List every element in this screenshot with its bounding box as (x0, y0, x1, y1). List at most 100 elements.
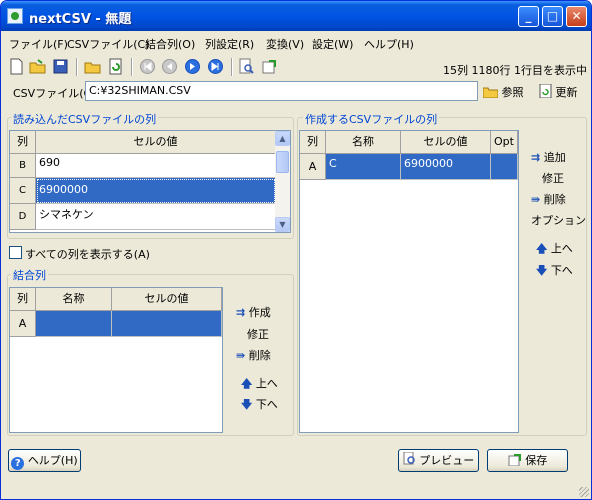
close-icon: ✕ (571, 9, 582, 23)
title-bar[interactable]: nextCSV - 無題 _ □ ✕ (1, 1, 591, 31)
scroll-up-icon[interactable]: ▲ (275, 131, 290, 146)
save-file-icon (508, 454, 521, 467)
add-arrow-icon: ⇉ (531, 151, 541, 164)
csv-file-label: CSVファイル(C) (13, 87, 96, 100)
column-header-cell-value[interactable]: セルの値 (36, 131, 276, 154)
reload-button[interactable]: 更新 (539, 83, 578, 100)
export-icon[interactable] (261, 58, 278, 75)
search-icon[interactable] (238, 58, 255, 75)
menu-bar: ファイル(F) CSVファイル(C) 結合列(O) 列設定(R) 変換(V) 設… (1, 32, 591, 53)
prev-record-icon[interactable] (161, 58, 178, 75)
menu-convert[interactable]: 変換(V) (266, 36, 304, 52)
status-text: 15列 1180行 1行目を表示中 (443, 64, 587, 77)
move-down-join-button[interactable]: 🡇 下へ (241, 396, 278, 415)
browse-button[interactable]: 参照 (482, 84, 524, 100)
read-columns-title: 読み込んだCSVファイルの列 (11, 111, 159, 127)
help-button[interactable]: ? ヘルプ(H) (8, 449, 81, 472)
menu-help[interactable]: ヘルプ(H) (364, 36, 414, 52)
browse-label: 参照 (501, 86, 524, 99)
arrow-down-icon: 🡇 (536, 264, 548, 277)
first-record-icon[interactable] (139, 58, 156, 75)
edit-column-button[interactable]: 修正 (542, 170, 564, 186)
row-header[interactable]: D (10, 204, 36, 230)
arrow-down-icon: 🡇 (241, 398, 253, 411)
toolbar: 15列 1180行 1行目を表示中 (1, 55, 591, 79)
remove-arrow-icon: ⇛ (236, 349, 246, 362)
row-header[interactable]: B (10, 154, 36, 178)
resize-grip[interactable] (579, 487, 589, 497)
column-header-name[interactable]: 名称 (36, 288, 112, 311)
table-cell-selected[interactable] (112, 311, 222, 337)
column-header-cell-value[interactable]: セルの値 (112, 288, 222, 311)
save-icon[interactable] (52, 58, 69, 75)
delete-column-label: 削除 (543, 193, 566, 206)
add-column-button[interactable]: ⇉ 追加 (531, 149, 566, 165)
table-cell-selected[interactable]: C (326, 154, 401, 180)
menu-file[interactable]: ファイル(F) (9, 36, 68, 52)
move-up-join-label: 上へ (255, 377, 278, 390)
menu-settings[interactable]: 設定(W) (312, 36, 353, 52)
read-columns-grid[interactable]: 列 セルの値 B 690 C 6900000 D シマネケン ▲ ▼ (9, 130, 291, 233)
column-header-col[interactable]: 列 (300, 131, 326, 154)
minimize-button[interactable]: _ (518, 6, 539, 27)
help-icon: ? (11, 457, 25, 470)
create-join-button[interactable]: ⇉ 作成 (236, 304, 271, 320)
save-button[interactable]: 保存 (487, 449, 568, 472)
menu-join-column[interactable]: 結合列(O) (145, 36, 195, 52)
column-header-name[interactable]: 名称 (326, 131, 401, 154)
column-header-cell-value[interactable]: セルの値 (401, 131, 491, 154)
maximize-button[interactable]: □ (542, 6, 563, 27)
delete-join-button[interactable]: ⇛ 削除 (236, 347, 271, 363)
preview-icon (403, 451, 415, 465)
join-columns-title: 結合列 (11, 267, 48, 283)
app-icon (7, 8, 23, 24)
maximize-icon: □ (546, 9, 559, 23)
table-cell-selected[interactable]: 6900000 (401, 154, 491, 180)
close-button[interactable]: ✕ (566, 6, 587, 27)
menu-csv-file[interactable]: CSVファイル(C) (67, 36, 149, 52)
column-header-col[interactable]: 列 (10, 131, 36, 154)
menu-column-settings[interactable]: 列設定(R) (205, 36, 254, 52)
table-cell[interactable]: シマネケン (36, 204, 276, 230)
options-button[interactable]: オプション (531, 212, 586, 228)
show-all-checkbox[interactable] (9, 246, 22, 259)
remove-arrow-icon: ⇛ (531, 193, 541, 206)
add-column-label: 追加 (543, 151, 566, 164)
column-header-opt[interactable]: Opt (491, 131, 518, 154)
minimize-icon: _ (525, 9, 532, 23)
vertical-scrollbar[interactable]: ▲ ▼ (275, 131, 290, 232)
row-header[interactable]: C (10, 178, 36, 204)
row-header[interactable]: A (300, 154, 326, 180)
edit-join-button[interactable]: 修正 (247, 326, 269, 342)
column-header-col[interactable]: 列 (10, 288, 36, 311)
move-up-column-label: 上へ (550, 242, 573, 255)
move-up-join-button[interactable]: 🡅 上へ (241, 375, 278, 394)
toolbar-separator (231, 58, 233, 76)
table-cell-selected[interactable]: 6900000 (36, 178, 276, 204)
make-columns-grid[interactable]: 列 名称 セルの値 Opt A C 6900000 (299, 130, 519, 433)
reload-label: 更新 (555, 86, 578, 99)
open-csv-icon[interactable] (84, 58, 101, 75)
delete-column-button[interactable]: ⇛ 削除 (531, 191, 566, 207)
table-cell-selected[interactable] (491, 154, 518, 180)
preview-button[interactable]: プレビュー (398, 449, 479, 472)
toolbar-separator (76, 58, 78, 76)
create-join-label: 作成 (248, 306, 271, 319)
new-file-icon[interactable] (8, 58, 25, 75)
open-folder-icon[interactable] (29, 58, 46, 75)
move-up-column-button[interactable]: 🡅 上へ (536, 240, 573, 259)
csv-path-input[interactable]: C:¥32SHIMAN.CSV (85, 81, 478, 101)
arrow-up-icon: 🡅 (536, 242, 548, 255)
row-header[interactable]: A (10, 311, 36, 337)
join-columns-grid[interactable]: 列 名称 セルの値 A (9, 287, 223, 433)
scroll-thumb[interactable] (276, 151, 289, 173)
table-cell-selected[interactable] (36, 311, 112, 337)
next-record-icon[interactable] (184, 58, 201, 75)
table-cell[interactable]: 690 (36, 154, 276, 178)
refresh-icon[interactable] (107, 58, 124, 75)
show-all-label[interactable]: すべての列を表示する(A) (25, 246, 150, 262)
scroll-down-icon[interactable]: ▼ (275, 217, 290, 232)
last-record-icon[interactable] (207, 58, 224, 75)
move-down-column-label: 下へ (550, 264, 573, 277)
move-down-column-button[interactable]: 🡇 下へ (536, 262, 573, 281)
